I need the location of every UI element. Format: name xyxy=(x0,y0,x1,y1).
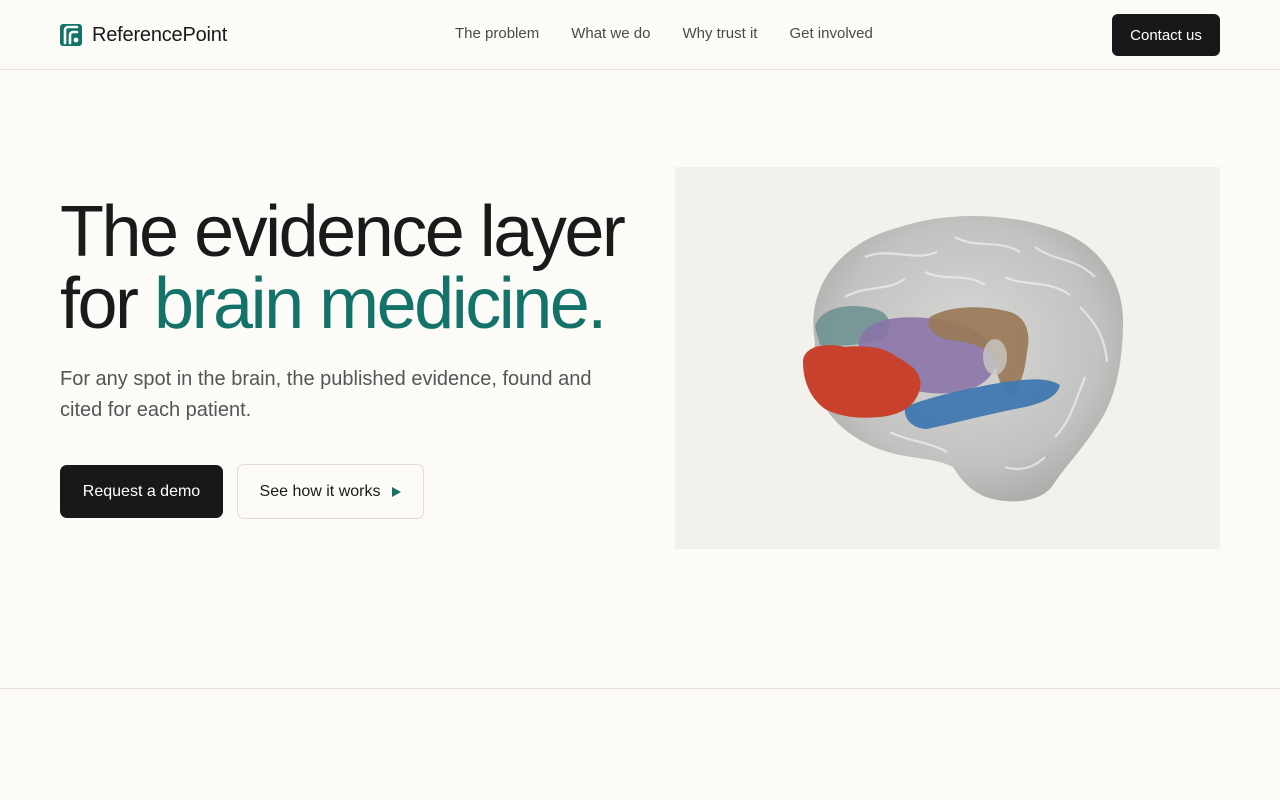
brain-visualization xyxy=(675,167,1220,549)
see-how-it-works-button[interactable]: See how it works xyxy=(237,464,424,519)
nav-item-why-trust-it[interactable]: Why trust it xyxy=(682,25,757,45)
nav-item-get-involved[interactable]: Get involved xyxy=(789,25,872,45)
nav-item-what-we-do[interactable]: What we do xyxy=(571,25,650,45)
request-demo-button[interactable]: Request a demo xyxy=(60,465,223,518)
main-nav: The problem What we do Why trust it Get … xyxy=(455,25,873,45)
hero-subtitle: For any spot in the brain, the published… xyxy=(60,368,592,421)
brain-render-image xyxy=(803,215,1124,502)
nav-item-the-problem[interactable]: The problem xyxy=(455,25,539,45)
brand-name: ReferencePoint xyxy=(92,23,228,46)
see-how-it-works-label: See how it works xyxy=(259,482,381,500)
brand-link[interactable]: ReferencePoint xyxy=(60,22,227,48)
hero-title: The evidence layer for brain medicine. xyxy=(60,196,660,340)
referencepoint-logo-icon xyxy=(60,24,82,46)
contact-us-button[interactable]: Contact us xyxy=(1112,14,1220,56)
dotted-pattern xyxy=(670,794,1220,800)
hero-title-accent: brain medicine. xyxy=(154,264,607,344)
section-divider xyxy=(0,688,1280,689)
hero-title-for: for xyxy=(60,264,155,344)
play-icon xyxy=(392,486,402,497)
hero-title-line1: The evidence layer xyxy=(60,192,626,272)
site-header: ReferencePoint The problem What we do Wh… xyxy=(0,0,1280,70)
